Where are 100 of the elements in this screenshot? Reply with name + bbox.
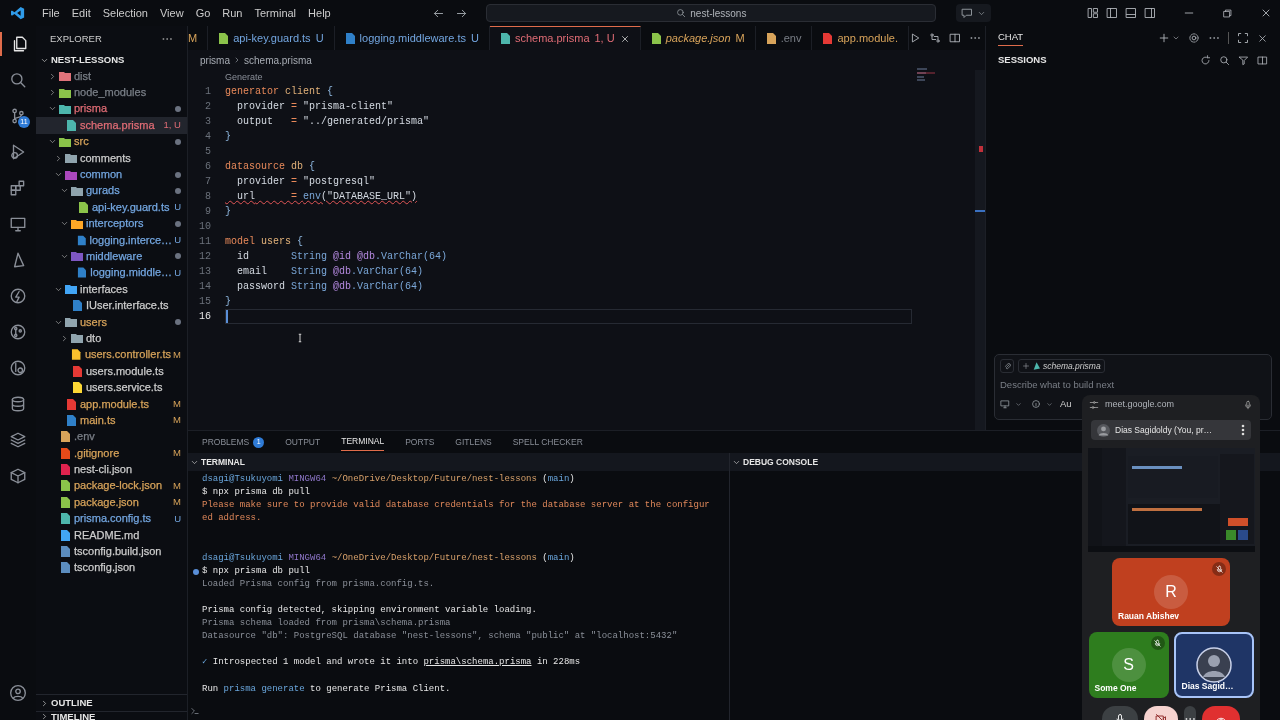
tree-item[interactable]: dto	[36, 330, 187, 347]
line-number: 4	[204, 130, 211, 144]
menu-item[interactable]: Run	[216, 4, 249, 22]
menu-item[interactable]: Help	[302, 4, 337, 22]
tab-label: app.module.	[837, 31, 899, 45]
tree-item[interactable]: logging.middle… U	[36, 264, 187, 282]
plus-icon[interactable]	[1158, 32, 1170, 44]
editor-tab[interactable]: logging.middleware.ts U	[334, 26, 490, 50]
line-number: 2	[204, 100, 211, 114]
menu-item[interactable]: Selection	[96, 4, 154, 22]
chevron-down-icon[interactable]	[1172, 34, 1180, 42]
close-icon[interactable]	[619, 33, 630, 44]
tree-item[interactable]: main.ts M	[36, 412, 187, 429]
maximize-icon[interactable]	[1237, 32, 1249, 44]
tree-item[interactable]: IUser.interface.ts	[36, 297, 187, 314]
tree-item[interactable]: interceptors	[36, 215, 187, 232]
tree-item[interactable]: prisma	[36, 100, 187, 118]
split-editor-icon[interactable]	[949, 32, 962, 44]
tree-item[interactable]: prisma.config.ts U	[36, 510, 187, 527]
tree-item[interactable]: gurads	[36, 182, 187, 200]
tree-item[interactable]: dist	[36, 68, 187, 85]
cursor-marker	[975, 210, 985, 212]
restore-icon[interactable]	[1222, 7, 1233, 19]
context-chip[interactable]: schema.prisma	[1018, 359, 1105, 373]
participant-tile[interactable]: S Some One	[1088, 632, 1169, 698]
tree-item[interactable]: users.controller.ts M	[36, 346, 187, 364]
editor-tab[interactable]: app.module.	[812, 26, 910, 50]
tree-item[interactable]: users.module.ts	[36, 363, 187, 380]
terminal-icon[interactable]	[190, 706, 200, 716]
codelens-link[interactable]: Generate	[225, 71, 263, 85]
panel-tab[interactable]: TERMINAL	[341, 433, 385, 451]
tree-item[interactable]: users	[36, 313, 187, 331]
menu-item[interactable]: Edit	[65, 4, 97, 22]
tree-item[interactable]: common	[36, 166, 187, 183]
tree-item[interactable]: tsconfig.json	[36, 559, 187, 577]
project-name[interactable]: NEST-LESSONS	[51, 52, 125, 68]
tree-item[interactable]: .env	[36, 428, 187, 445]
menu-item[interactable]: File	[36, 4, 66, 22]
mic-icon[interactable]	[1243, 400, 1253, 410]
tree-item[interactable]: nest-cli.json	[36, 461, 187, 478]
tree-item[interactable]: node_modules	[36, 84, 187, 101]
tree-item[interactable]: users.service.ts	[36, 379, 187, 396]
tree-item[interactable]: comments	[36, 149, 187, 167]
close-icon[interactable]	[1257, 32, 1268, 44]
tree-item[interactable]: app.module.ts M	[36, 395, 187, 413]
chat-tab[interactable]: CHAT	[998, 29, 1024, 47]
editor-tab[interactable]: M	[188, 26, 209, 50]
tree-item[interactable]: README.md	[36, 526, 187, 544]
panel-tab[interactable]: OUTPUT	[285, 433, 321, 451]
editor-tab[interactable]: schema.prisma 1, U	[489, 26, 641, 50]
compare-icon[interactable]	[929, 32, 942, 44]
breadcrumb-item[interactable]: schema.prisma	[244, 52, 312, 68]
tree-item[interactable]: package.json M	[36, 494, 187, 511]
tree-item[interactable]: package-lock.json M	[36, 477, 187, 495]
sidebar-icon[interactable]	[1106, 7, 1118, 19]
mode-dropdown[interactable]: Au	[1060, 397, 1072, 412]
chat-menu-button[interactable]	[956, 4, 992, 22]
account-button[interactable]	[9, 684, 27, 702]
refresh-icon[interactable]	[1200, 54, 1211, 66]
filter-icon[interactable]	[1238, 54, 1249, 66]
participant-tile[interactable]: R Rauan Abishev	[1112, 558, 1230, 626]
editor-tab[interactable]: package.json M	[640, 26, 756, 50]
tree-item[interactable]: schema.prisma 1, U	[36, 117, 187, 134]
section-header[interactable]: OUTLINE	[36, 694, 187, 711]
panel-tab[interactable]: SPELL CHECKER	[512, 433, 583, 451]
search-icon[interactable]	[1219, 54, 1230, 66]
tree-item[interactable]: middleware	[36, 248, 187, 265]
file-name: logging.interce…	[89, 233, 173, 247]
tree-item[interactable]: api-key.guard.ts U	[36, 199, 187, 216]
file-name: users.module.ts	[86, 364, 164, 378]
tune-icon[interactable]	[1089, 400, 1099, 410]
participant-tile[interactable]: Dias Sagid…	[1173, 632, 1254, 698]
layout-icon[interactable]	[1087, 7, 1099, 19]
panel-tab[interactable]: PORTS	[405, 433, 435, 451]
tree-item[interactable]: interfaces	[36, 281, 187, 298]
attach-button[interactable]	[1000, 359, 1014, 373]
editor-tab[interactable]: .env	[755, 26, 813, 50]
menu-item[interactable]: Go	[189, 4, 217, 22]
tree-item[interactable]: src	[36, 133, 187, 150]
close-icon[interactable]	[1260, 7, 1272, 19]
tree-item[interactable]: tsconfig.build.json	[36, 543, 187, 560]
play-icon[interactable]	[909, 32, 922, 44]
tree-item[interactable]: .gitignore M	[36, 445, 187, 462]
info-icon[interactable]	[1031, 399, 1041, 410]
git-status-letter: M	[735, 30, 745, 46]
split-view-icon[interactable]	[1257, 54, 1268, 66]
sidebar-icon[interactable]	[1144, 7, 1156, 19]
tree-item[interactable]: logging.interce… U	[36, 231, 187, 249]
settings-icon[interactable]	[1188, 32, 1200, 44]
editor-tab[interactable]: api-key.guard.ts U	[208, 26, 335, 50]
search-field[interactable]: nest-lessons	[486, 4, 937, 22]
panel-tab[interactable]: GITLENS	[455, 433, 492, 451]
more-icon[interactable]	[1241, 424, 1245, 436]
menu-item[interactable]: Terminal	[248, 4, 303, 22]
monitor-icon[interactable]	[1000, 399, 1010, 410]
breadcrumb-item[interactable]: prisma	[200, 52, 230, 68]
menu-item[interactable]: View	[153, 4, 190, 22]
section-header[interactable]: TIMELINE	[36, 711, 187, 720]
panel-icon[interactable]	[1125, 7, 1137, 19]
presenter-chip[interactable]: Dias Sagidoldy (You, pr…	[1091, 420, 1251, 440]
